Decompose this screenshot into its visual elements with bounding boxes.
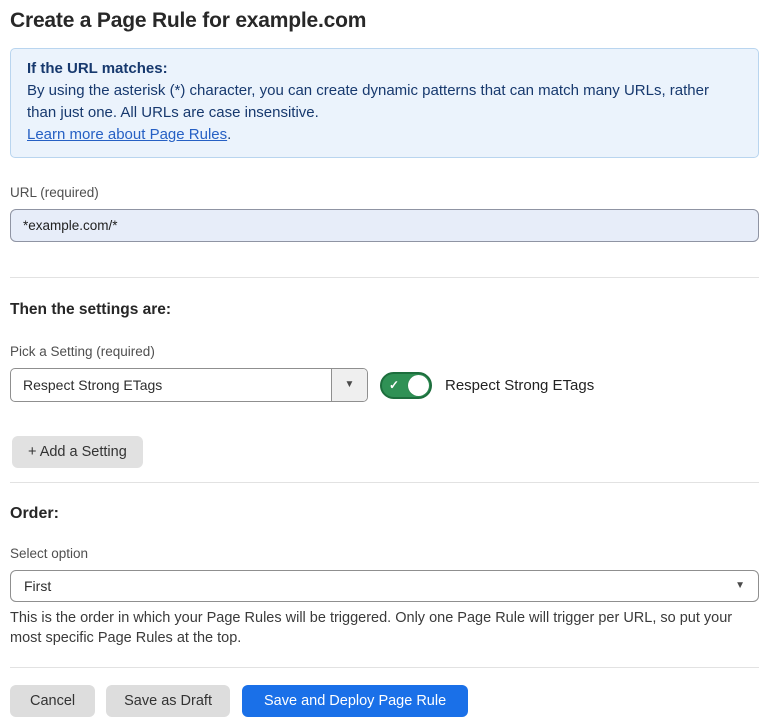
page-rule-form: Create a Page Rule for example.com If th… xyxy=(0,0,769,717)
check-icon: ✓ xyxy=(389,379,399,391)
learn-more-link[interactable]: Learn more about Page Rules xyxy=(27,126,227,143)
cancel-button[interactable]: Cancel xyxy=(10,685,95,717)
section-divider xyxy=(10,277,759,278)
footer-divider xyxy=(10,667,759,668)
settings-section-heading: Then the settings are: xyxy=(10,301,759,319)
url-field-label: URL (required) xyxy=(10,185,759,200)
order-select-value: First xyxy=(24,578,51,594)
footer-actions: Cancel Save as Draft Save and Deploy Pag… xyxy=(10,685,759,717)
order-select[interactable]: First ▼ xyxy=(10,570,759,602)
link-suffix: . xyxy=(227,126,231,143)
url-input[interactable] xyxy=(10,209,759,242)
info-box-body: By using the asterisk (*) character, you… xyxy=(27,80,742,124)
pick-setting-label: Pick a Setting (required) xyxy=(10,344,759,359)
order-select-label: Select option xyxy=(10,546,759,561)
setting-dropdown-value: Respect Strong ETags xyxy=(11,369,331,401)
save-and-deploy-button[interactable]: Save and Deploy Page Rule xyxy=(242,685,468,717)
setting-toggle-label: Respect Strong ETags xyxy=(445,377,594,394)
toggle-knob xyxy=(408,375,429,396)
order-help-text: This is the order in which your Page Rul… xyxy=(10,608,759,648)
url-match-info-box: If the URL matches: By using the asteris… xyxy=(10,48,759,158)
setting-row: Respect Strong ETags ▼ ✓ Respect Strong … xyxy=(10,368,759,402)
section-divider xyxy=(10,482,759,483)
order-section-heading: Order: xyxy=(10,505,759,523)
setting-dropdown[interactable]: Respect Strong ETags ▼ xyxy=(10,368,368,402)
chevron-down-icon: ▼ xyxy=(345,380,355,390)
info-box-heading: If the URL matches: xyxy=(27,58,742,80)
setting-toggle[interactable]: ✓ xyxy=(380,372,432,399)
setting-dropdown-arrow-button[interactable]: ▼ xyxy=(331,369,367,401)
add-setting-button[interactable]: + Add a Setting xyxy=(12,436,143,468)
page-title: Create a Page Rule for example.com xyxy=(10,0,759,33)
chevron-down-icon: ▼ xyxy=(735,581,745,591)
info-box-link-line: Learn more about Page Rules. xyxy=(27,124,742,146)
save-as-draft-button[interactable]: Save as Draft xyxy=(106,685,230,717)
